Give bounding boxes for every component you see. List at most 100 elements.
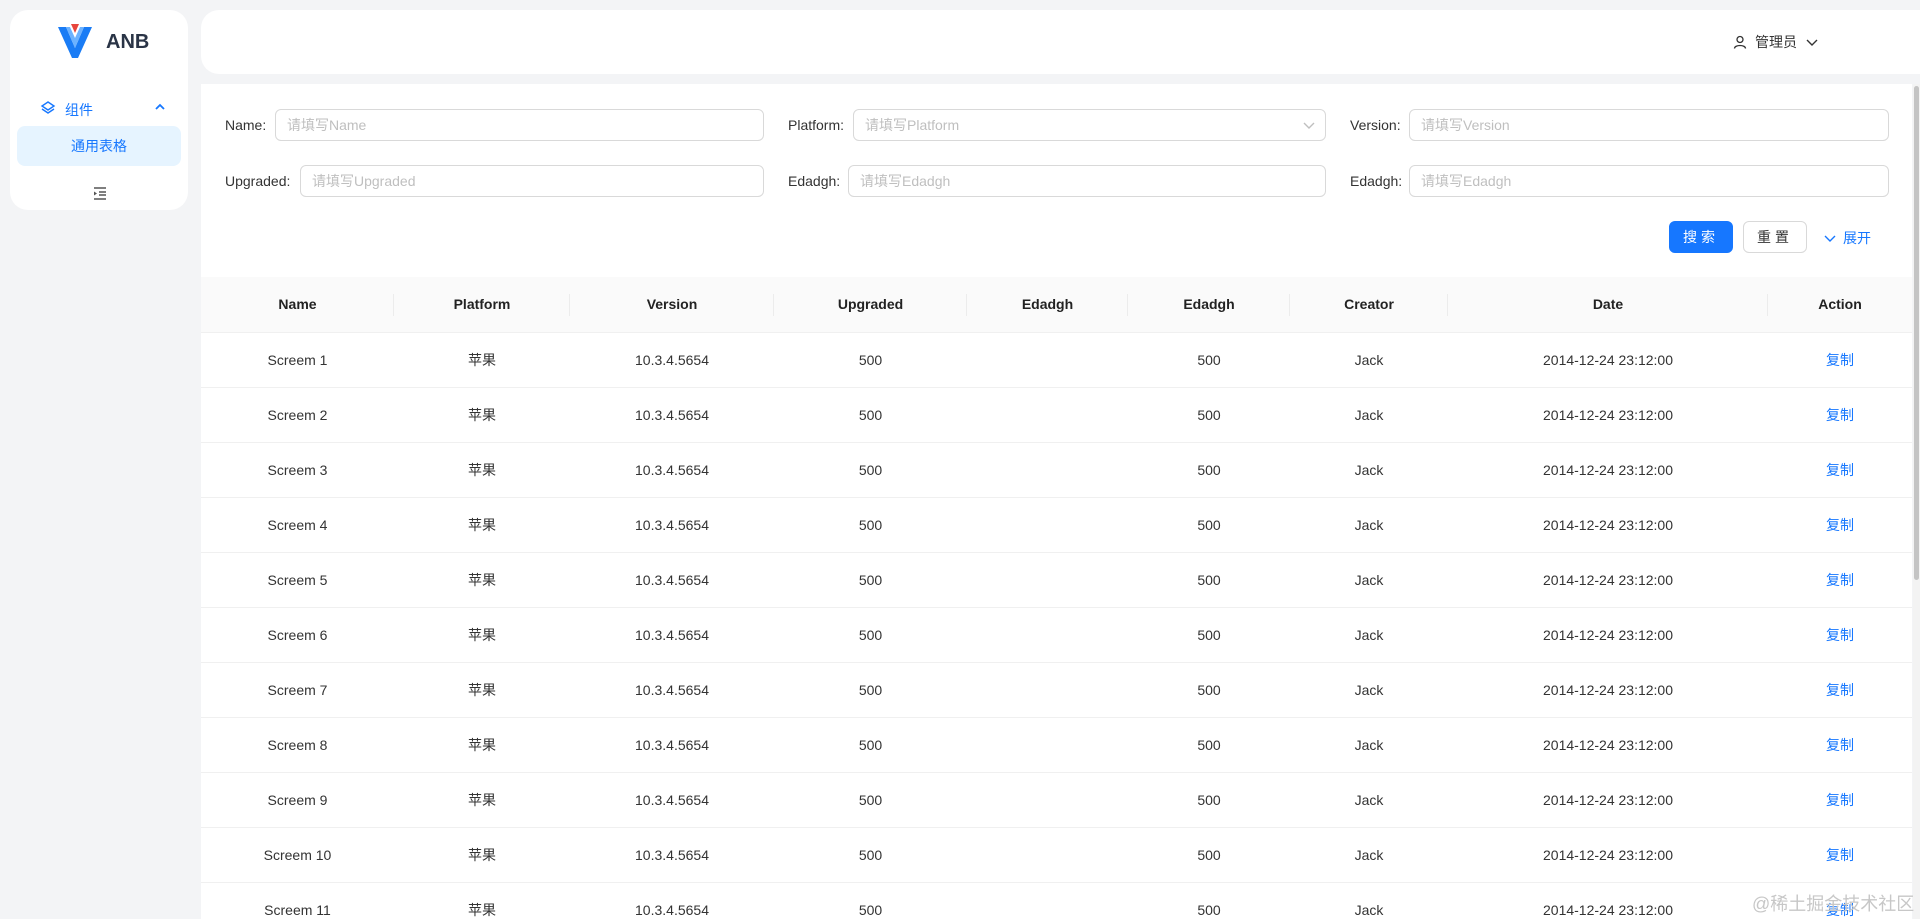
copy-link[interactable]: 复制: [1826, 572, 1854, 588]
copy-link[interactable]: 复制: [1826, 682, 1854, 698]
cell-edadgh1: [967, 552, 1128, 608]
table-row: Screem 3 苹果 10.3.4.5654 500 500 Jack 2014-12-2…: [201, 442, 1912, 498]
column-header-version[interactable]: Version: [570, 277, 774, 333]
cell-name: Screem 10: [201, 827, 394, 883]
version-input[interactable]: [1409, 109, 1889, 141]
user-name: 管理员: [1755, 34, 1797, 50]
cell-creator: Jack: [1290, 607, 1448, 663]
cell-creator: Jack: [1290, 772, 1448, 828]
table-row: Screem 11 苹果 10.3.4.5654 500 500 Jack 2014-12-…: [201, 882, 1912, 919]
menu-group-label: 组件: [65, 102, 93, 118]
reset-button[interactable]: 重置: [1743, 221, 1807, 253]
cell-version: 10.3.4.5654: [570, 552, 774, 608]
menu-fold-icon[interactable]: [91, 184, 109, 202]
copy-link[interactable]: 复制: [1826, 462, 1854, 478]
copy-link[interactable]: 复制: [1826, 792, 1854, 808]
cell-creator: Jack: [1290, 662, 1448, 718]
cell-name: Screem 11: [201, 882, 394, 919]
platform-select[interactable]: [853, 109, 1326, 141]
cell-name: Screem 9: [201, 772, 394, 828]
cell-upgraded: 500: [774, 332, 967, 388]
cell-version: 10.3.4.5654: [570, 442, 774, 498]
cell-action: 复制: [1768, 332, 1912, 388]
cell-creator: Jack: [1290, 442, 1448, 498]
expand-label: 展开: [1843, 230, 1871, 246]
cell-action: 复制: [1768, 387, 1912, 443]
expand-toggle[interactable]: 展开: [1823, 228, 1871, 248]
table-header-row: Name Platform Version Upgraded Edadgh Ed…: [201, 277, 1912, 333]
cell-action: 复制: [1768, 717, 1912, 773]
table-row: Screem 6 苹果 10.3.4.5654 500 500 Jack 2014-12-2…: [201, 607, 1912, 663]
search-button[interactable]: 搜索: [1669, 221, 1733, 253]
cell-edadgh1: [967, 607, 1128, 663]
upgraded-label: Upgraded:: [225, 173, 291, 189]
sidebar: ANB 组件 通用表格: [10, 10, 188, 210]
edadgh-label: Edadgh:: [788, 173, 841, 189]
menu-group-components[interactable]: 组件: [10, 94, 188, 122]
cell-edadgh2: 500: [1128, 497, 1290, 553]
column-header-name[interactable]: Name: [201, 277, 394, 333]
cell-edadgh1: [967, 882, 1128, 919]
brand-logo[interactable]: ANB: [56, 24, 149, 60]
copy-link[interactable]: 复制: [1826, 737, 1854, 753]
cell-upgraded: 500: [774, 882, 967, 919]
cell-upgraded: 500: [774, 387, 967, 443]
data-table: Name Platform Version Upgraded Edadgh Ed…: [201, 277, 1912, 919]
table-row: Screem 9 苹果 10.3.4.5654 500 500 Jack 2014-12-2…: [201, 772, 1912, 828]
edadgh-input[interactable]: [848, 165, 1326, 197]
cell-date: 2014-12-24 23:12:00: [1448, 332, 1768, 388]
cell-edadgh1: [967, 332, 1128, 388]
table-row: Screem 4 苹果 10.3.4.5654 500 500 Jack 2014-12-2…: [201, 497, 1912, 553]
sidebar-item-common-table[interactable]: 通用表格: [17, 126, 181, 166]
cell-edadgh1: [967, 387, 1128, 443]
cell-name: Screem 7: [201, 662, 394, 718]
cell-name: Screem 1: [201, 332, 394, 388]
cell-edadgh1: [967, 497, 1128, 553]
cell-platform: 苹果: [394, 442, 570, 498]
cell-platform: 苹果: [394, 387, 570, 443]
cell-upgraded: 500: [774, 827, 967, 883]
table-row: Screem 10 苹果 10.3.4.5654 500 500 Jack 2014-12-…: [201, 827, 1912, 883]
edadgh-input-2[interactable]: [1409, 165, 1889, 197]
cell-upgraded: 500: [774, 607, 967, 663]
cell-edadgh2: 500: [1128, 827, 1290, 883]
column-header-platform[interactable]: Platform: [394, 277, 570, 333]
cell-creator: Jack: [1290, 497, 1448, 553]
copy-link[interactable]: 复制: [1826, 627, 1854, 643]
column-header-edadgh-2[interactable]: Edadgh: [1128, 277, 1290, 333]
cell-edadgh1: [967, 662, 1128, 718]
platform-label: Platform:: [788, 117, 845, 133]
scrollbar-thumb[interactable]: [1914, 86, 1919, 580]
table-row: Screem 1 苹果 10.3.4.5654 500 500 Jack 2014-12-2…: [201, 332, 1912, 388]
cell-edadgh1: [967, 772, 1128, 828]
name-input[interactable]: [275, 109, 764, 141]
cell-platform: 苹果: [394, 717, 570, 773]
column-header-upgraded[interactable]: Upgraded: [774, 277, 967, 333]
column-header-action: Action: [1768, 277, 1912, 333]
name-label: Name:: [225, 117, 267, 133]
component-icon: [40, 101, 56, 114]
cell-edadgh2: 500: [1128, 607, 1290, 663]
cell-edadgh2: 500: [1128, 332, 1290, 388]
cell-upgraded: 500: [774, 662, 967, 718]
copy-link[interactable]: 复制: [1826, 407, 1854, 423]
column-header-edadgh[interactable]: Edadgh: [967, 277, 1128, 333]
cell-date: 2014-12-24 23:12:00: [1448, 552, 1768, 608]
upgraded-input[interactable]: [300, 165, 764, 197]
cell-action: 复制: [1768, 497, 1912, 553]
user-menu[interactable]: 管理员: [1733, 32, 1819, 52]
column-header-creator[interactable]: Creator: [1290, 277, 1448, 333]
cell-platform: 苹果: [394, 772, 570, 828]
cell-version: 10.3.4.5654: [570, 662, 774, 718]
cell-name: Screem 4: [201, 497, 394, 553]
sidebar-item-label: 通用表格: [71, 138, 127, 154]
cell-action: 复制: [1768, 772, 1912, 828]
copy-link[interactable]: 复制: [1826, 517, 1854, 533]
copy-link[interactable]: 复制: [1826, 352, 1854, 368]
cell-date: 2014-12-24 23:12:00: [1448, 717, 1768, 773]
cell-edadgh1: [967, 827, 1128, 883]
column-header-date[interactable]: Date: [1448, 277, 1768, 333]
cell-name: Screem 3: [201, 442, 394, 498]
cell-date: 2014-12-24 23:12:00: [1448, 607, 1768, 663]
copy-link[interactable]: 复制: [1826, 847, 1854, 863]
